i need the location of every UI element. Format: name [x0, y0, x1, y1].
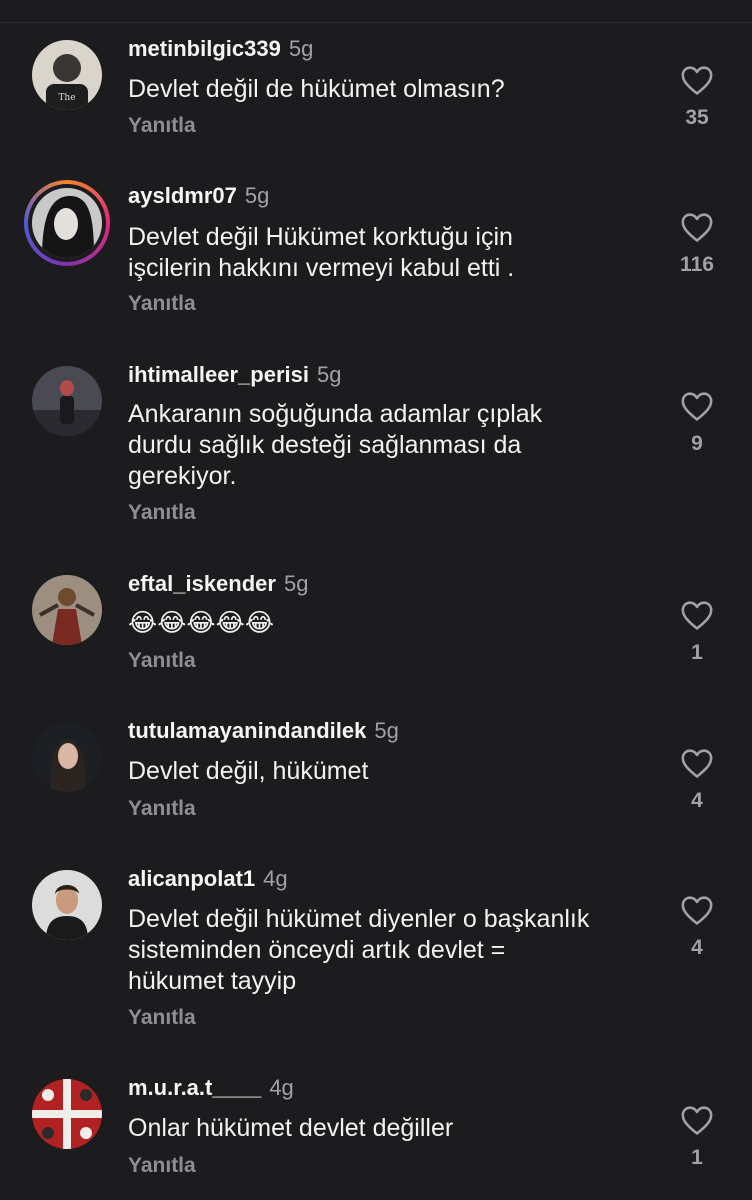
- like-control[interactable]: 35: [676, 64, 718, 130]
- like-count: 1: [691, 1146, 703, 1169]
- reply-button[interactable]: Yanıtla: [128, 292, 196, 316]
- reply-button[interactable]: Yanıtla: [128, 797, 196, 821]
- like-count: 4: [691, 936, 703, 959]
- reply-button[interactable]: Yanıtla: [128, 501, 196, 525]
- comment-text: Devlet değil Hükümet korktuğu için işcil…: [128, 223, 515, 282]
- username[interactable]: eftal_iskender 5g: [128, 571, 308, 597]
- username[interactable]: metinbilgic339 5g: [128, 36, 313, 62]
- avatar[interactable]: [32, 366, 102, 436]
- heart-icon[interactable]: [680, 64, 714, 96]
- username[interactable]: alicanpolat1 4g: [128, 866, 288, 892]
- like-control[interactable]: 4: [676, 747, 718, 813]
- username[interactable]: m.u.r.a.t____ 4g: [128, 1075, 294, 1101]
- username[interactable]: tutulamayanindandilek 5g: [128, 718, 399, 744]
- like-count: 9: [691, 432, 703, 455]
- comment-text: Onlar hükümet devlet değiller: [128, 1114, 454, 1142]
- timestamp: 5g: [374, 718, 399, 743]
- comment-text: Devlet değil hükümet diyenler o başkanlı…: [128, 905, 590, 995]
- svg-text:The: The: [58, 93, 75, 103]
- heart-icon[interactable]: [680, 747, 714, 779]
- avatar[interactable]: [32, 1079, 102, 1149]
- like-count: 116: [680, 253, 714, 276]
- like-control[interactable]: 116: [676, 211, 718, 277]
- username[interactable]: aysldmr07 5g: [128, 183, 269, 209]
- avatar[interactable]: The: [32, 40, 102, 110]
- heart-icon[interactable]: [680, 599, 714, 631]
- reply-button[interactable]: Yanıtla: [128, 649, 196, 673]
- timestamp: 5g: [316, 362, 342, 387]
- reply-button[interactable]: Yanıtla: [128, 1154, 196, 1178]
- comment-text: Ankaranın soğuğunda adamlar çıplak durdu…: [128, 400, 543, 490]
- timestamp: 5g: [288, 36, 314, 61]
- timestamp: 5g: [244, 183, 270, 208]
- timestamp: 5g: [283, 571, 309, 596]
- like-control[interactable]: 1: [676, 1104, 718, 1170]
- username[interactable]: ihtimalleer_perisi 5g: [128, 362, 341, 388]
- reply-button[interactable]: Yanıtla: [128, 114, 196, 138]
- top-divider: [0, 0, 752, 23]
- like-control[interactable]: 4: [676, 894, 718, 960]
- like-control[interactable]: 9: [676, 390, 718, 456]
- comment-text: 😂😂😂😂😂: [128, 609, 275, 637]
- like-count: 35: [685, 106, 709, 129]
- like-count: 4: [691, 789, 703, 812]
- heart-icon[interactable]: [680, 894, 714, 926]
- avatar-story-ring[interactable]: [24, 180, 110, 266]
- avatar[interactable]: [32, 575, 102, 645]
- timestamp: 4g: [269, 1075, 294, 1100]
- like-control[interactable]: 1: [676, 599, 718, 665]
- comment-text: Devlet değil de hükümet olmasın?: [128, 75, 505, 103]
- heart-icon[interactable]: [680, 1104, 714, 1136]
- avatar[interactable]: [32, 722, 102, 792]
- timestamp: 4g: [263, 866, 288, 891]
- like-count: 1: [691, 641, 703, 664]
- reply-button[interactable]: Yanıtla: [128, 1006, 196, 1030]
- comment-text: Devlet değil, hükümet: [128, 757, 369, 785]
- avatar[interactable]: [32, 870, 102, 940]
- heart-icon[interactable]: [680, 390, 714, 422]
- heart-icon[interactable]: [680, 211, 714, 243]
